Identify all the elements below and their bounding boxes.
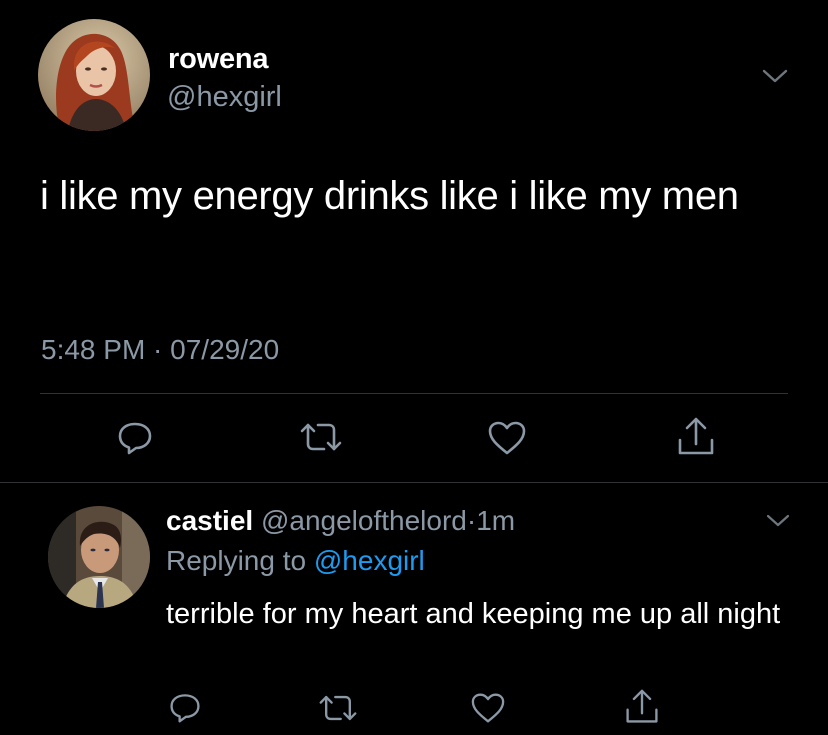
replying-to: Replying to @hexgirl [166, 541, 425, 581]
divider [40, 393, 788, 394]
share-icon[interactable] [624, 688, 660, 726]
reply-time[interactable]: 1m [476, 505, 515, 536]
reply-icon[interactable] [116, 418, 154, 456]
share-icon[interactable] [676, 416, 716, 458]
user-handle[interactable]: @hexgirl [167, 79, 282, 115]
display-name[interactable]: rowena [168, 41, 269, 77]
user-handle[interactable]: @angelofthelord [261, 505, 467, 536]
avatar[interactable] [48, 506, 150, 608]
divider [0, 482, 828, 483]
reply-icon[interactable] [168, 690, 202, 724]
mention-link[interactable]: @hexgirl [314, 545, 425, 576]
separator: · [466, 505, 477, 536]
chevron-down-icon[interactable] [764, 512, 792, 530]
chevron-down-icon[interactable] [760, 66, 790, 86]
tweet-text: i like my energy drinks like i like my m… [40, 174, 739, 218]
reply-header: castiel @angelofthelord·1m [166, 502, 515, 540]
like-icon[interactable] [470, 692, 506, 724]
replying-to-label: Replying to [166, 545, 307, 576]
retweet-icon[interactable] [299, 420, 343, 454]
display-name[interactable]: castiel [166, 505, 253, 536]
retweet-icon[interactable] [318, 692, 358, 724]
tweet-timestamp[interactable]: 5:48 PM · 07/29/20 [41, 332, 279, 368]
like-icon[interactable] [487, 420, 527, 456]
avatar[interactable] [38, 19, 150, 131]
reply-text: terrible for my heart and keeping me up … [166, 598, 781, 630]
